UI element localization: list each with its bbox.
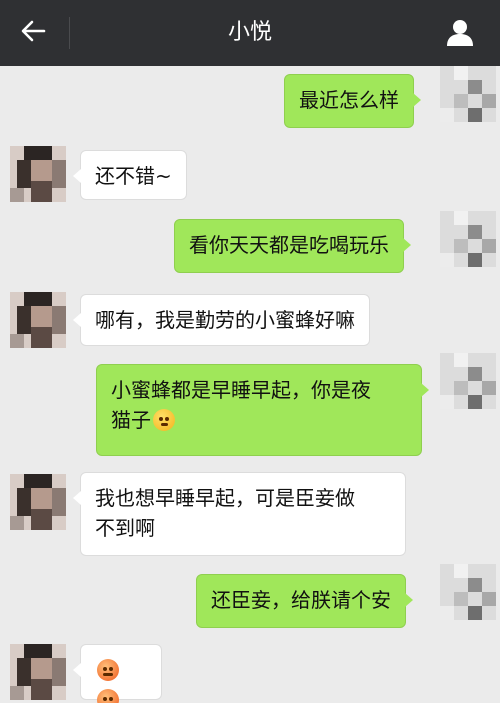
contact-avatar[interactable]: [10, 474, 66, 530]
message-text-line-group: 猫子: [111, 405, 407, 435]
back-button[interactable]: [0, 0, 66, 66]
message-text-line: 我也想早睡早起，可是臣妾做: [95, 486, 355, 510]
outgoing-message[interactable]: 小蜜蜂都是早睡早起，你是夜 猫子: [96, 364, 429, 456]
outgoing-message[interactable]: 最近怎么样: [284, 74, 421, 128]
chat-title: 小悦: [227, 20, 272, 45]
message-text: 看你天天都是吃喝玩乐: [189, 233, 389, 257]
message-text: 最近怎么样: [299, 88, 399, 112]
incoming-message[interactable]: 还不错~: [73, 150, 187, 200]
incoming-message[interactable]: 哪有，我是勤劳的小蜜蜂好嘛: [73, 294, 370, 346]
incoming-message[interactable]: 我也想早睡早起，可是臣妾做 不到啊: [73, 472, 406, 556]
my-avatar[interactable]: [440, 353, 496, 409]
angry-face-emoji: [97, 659, 119, 681]
chat-header: 小悦: [0, 0, 500, 66]
angry-face-emoji: [97, 689, 119, 703]
chat-info-button[interactable]: [438, 12, 482, 56]
contact-avatar[interactable]: [10, 644, 66, 700]
message-text-line: 不到啊: [95, 516, 155, 540]
message-text: 哪有，我是勤劳的小蜜蜂好嘛: [95, 308, 355, 332]
incoming-message[interactable]: [73, 644, 162, 703]
my-avatar[interactable]: [440, 564, 496, 620]
contact-avatar[interactable]: [10, 292, 66, 348]
outgoing-message[interactable]: 还臣妾，给朕请个安: [196, 574, 413, 628]
my-avatar[interactable]: [440, 66, 496, 122]
message-text-line: 猫子: [111, 408, 151, 432]
my-avatar[interactable]: [440, 211, 496, 267]
message-text: 还臣妾，给朕请个安: [211, 588, 391, 612]
thinking-face-emoji: [153, 409, 175, 431]
arrow-left-icon: [19, 17, 47, 49]
person-icon: [445, 17, 475, 51]
header-divider: [69, 17, 70, 49]
message-list[interactable]: 最近怎么样 还不错~ 看你天天都是吃喝玩乐 哪有，我是勤劳的小蜜蜂好嘛 小蜜蜂都…: [0, 66, 500, 703]
outgoing-message[interactable]: 看你天天都是吃喝玩乐: [174, 219, 411, 273]
message-text: 还不错~: [95, 164, 172, 188]
contact-avatar[interactable]: [10, 146, 66, 202]
message-text-line: 小蜜蜂都是早睡早起，你是夜: [111, 378, 371, 402]
